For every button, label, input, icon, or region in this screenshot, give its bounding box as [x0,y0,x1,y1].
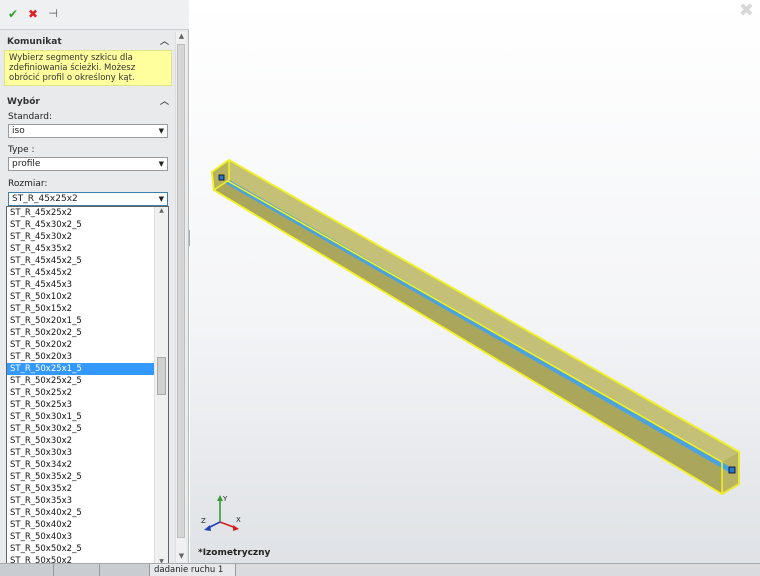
size-option[interactable]: ST_R_50x20x2 [7,339,154,351]
end-point-marker [728,466,736,474]
size-option[interactable]: ST_R_50x20x2_5 [7,327,154,339]
size-option[interactable]: ST_R_50x30x2_5 [7,423,154,435]
axis-y-label: Y [222,495,228,503]
tab-3d-views[interactable] [54,564,100,576]
beam-side-face [212,172,722,494]
size-option[interactable]: ST_R_50x25x3 [7,399,154,411]
axis-triad: Y X Z [201,495,241,531]
tab-motion-study[interactable]: dadanie ruchu 1 [150,564,236,576]
sketch-path-line [219,175,734,474]
scroll-up-icon[interactable]: ▲ [155,207,168,217]
size-option[interactable]: ST_R_50x40x3 [7,531,154,543]
axis-x-label: X [236,516,241,524]
size-option[interactable]: ST_R_45x30x2_5 [7,219,154,231]
dropdown-scrollbar[interactable]: ▲ ▼ [154,207,168,568]
size-option[interactable]: ST_R_45x30x2 [7,231,154,243]
size-option[interactable]: ST_R_50x35x2_5 [7,471,154,483]
size-option[interactable]: ST_R_50x35x2 [7,483,154,495]
beam-model[interactable] [190,0,760,563]
bottom-tab-bar: dadanie ruchu 1 [0,563,760,576]
dropdown-arrow-icon: ▼ [158,127,164,135]
pm-toolbar: ✔ ✖ ⊣ [0,0,189,30]
message-section-title: Komunikat [7,37,62,47]
axis-z-label: Z [201,517,206,525]
size-select[interactable]: ST_R_45x25x2 ▼ [8,192,168,206]
size-option[interactable]: ST_R_45x45x3 [7,279,154,291]
size-label: Rozmiar: [8,179,48,189]
chevron-up-icon[interactable]: ︿ [160,34,169,50]
type-label: Type : [8,145,35,155]
message-box: Wybierz segmenty szkicu dla zdefiniowani… [4,50,172,86]
size-option[interactable]: ST_R_50x40x2_5 [7,507,154,519]
message-section-header[interactable]: Komunikat ︿ [3,34,173,50]
size-option[interactable]: ST_R_50x20x1_5 [7,315,154,327]
scroll-up-icon[interactable]: ▲ [176,32,187,42]
tab-motion[interactable] [100,564,150,576]
dropdown-arrow-icon: ▼ [158,160,164,168]
standard-select[interactable]: iso ▼ [8,124,168,138]
size-option[interactable]: ST_R_50x30x3 [7,447,154,459]
scrollbar-thumb[interactable] [177,44,185,538]
chevron-up-icon[interactable]: ︿ [160,94,169,110]
type-value: profile [12,159,41,169]
size-option[interactable]: ST_R_45x35x2 [7,243,154,255]
check-icon[interactable]: ✔ [6,7,20,21]
pm-scrollbar[interactable]: ▲ ▼ [175,32,186,562]
size-option[interactable]: ST_R_50x25x2_5 [7,375,154,387]
size-option[interactable]: ST_R_50x40x2 [7,519,154,531]
type-select[interactable]: profile ▼ [8,157,168,171]
standard-label: Standard: [8,112,52,122]
size-option[interactable]: ST_R_50x25x1_5 [7,363,154,375]
graphics-viewport[interactable]: ✖ Y X Z *Izometryczny [190,0,760,563]
start-point-marker [218,174,225,181]
selection-section-title: Wybór [7,97,40,107]
scroll-down-icon[interactable]: ▼ [176,552,187,562]
size-option[interactable]: ST_R_50x25x2 [7,387,154,399]
size-option[interactable]: ST_R_45x45x2 [7,267,154,279]
size-option[interactable]: ST_R_50x15x2 [7,303,154,315]
size-option[interactable]: ST_R_50x30x1_5 [7,411,154,423]
scrollbar-thumb[interactable] [157,357,166,395]
size-option[interactable]: ST_R_50x20x3 [7,351,154,363]
close-icon[interactable]: ✖ [26,7,40,21]
size-option[interactable]: ST_R_45x25x2 [7,207,154,219]
dropdown-arrow-icon: ▼ [158,195,164,203]
size-option[interactable]: ST_R_50x10x2 [7,291,154,303]
selection-section-header[interactable]: Wybór ︿ [3,94,173,110]
size-option[interactable]: ST_R_50x30x2 [7,435,154,447]
size-option[interactable]: ST_R_45x45x2_5 [7,255,154,267]
size-option[interactable]: ST_R_50x50x2_5 [7,543,154,555]
size-value: ST_R_45x25x2 [12,194,78,204]
size-option[interactable]: ST_R_50x34x2 [7,459,154,471]
view-orientation-label: *Izometryczny [198,548,271,558]
standard-value: iso [12,126,25,136]
tab-model[interactable] [0,564,54,576]
size-option[interactable]: ST_R_50x35x3 [7,495,154,507]
pushpin-icon[interactable]: ⊣ [46,7,60,21]
beam-top-face [212,160,739,462]
size-dropdown-list[interactable]: ST_R_45x25x2 ST_R_45x30x2_5 ST_R_45x30x2 ST… [6,206,169,569]
